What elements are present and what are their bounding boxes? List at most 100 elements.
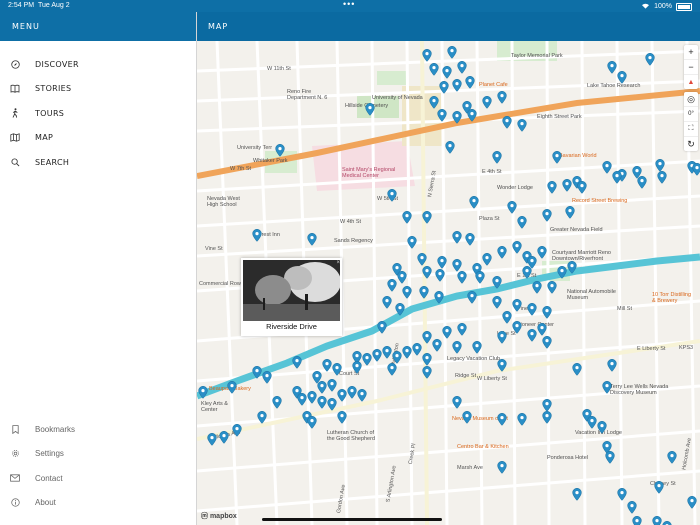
map-pin[interactable] [422, 331, 432, 344]
map-pin[interactable] [657, 171, 667, 184]
compass-button[interactable]: ▲ [684, 75, 698, 89]
map-pin[interactable] [517, 216, 527, 229]
map-pin[interactable] [337, 389, 347, 402]
map-pin[interactable] [542, 336, 552, 349]
footer-item-bookmarks[interactable]: Bookmarks [0, 418, 196, 440]
map-pin[interactable] [432, 339, 442, 352]
map-pin[interactable] [465, 76, 475, 89]
map-pin[interactable] [542, 306, 552, 319]
map-pin[interactable] [337, 411, 347, 424]
footer-item-contact[interactable]: Contact [0, 467, 196, 489]
map-pin[interactable] [422, 353, 432, 366]
map-pin[interactable] [365, 103, 375, 116]
map-pin[interactable] [442, 326, 452, 339]
map-pin[interactable] [252, 366, 262, 379]
map-pin[interactable] [662, 521, 672, 525]
map-pin[interactable] [232, 424, 242, 437]
map-pin[interactable] [667, 451, 677, 464]
map-pin[interactable] [219, 431, 229, 444]
map-pin[interactable] [357, 389, 367, 402]
map-pin[interactable] [439, 81, 449, 94]
map-pin[interactable] [572, 488, 582, 501]
map-pin[interactable] [507, 201, 517, 214]
map-pin[interactable] [422, 366, 432, 379]
map-pin[interactable] [492, 151, 502, 164]
map-pin[interactable] [407, 236, 417, 249]
map-pin[interactable] [422, 266, 432, 279]
map-pin[interactable] [497, 359, 507, 372]
map-pin[interactable] [317, 381, 327, 394]
map-pin[interactable] [532, 281, 542, 294]
map-pin[interactable] [452, 79, 462, 92]
map-pin[interactable] [502, 311, 512, 324]
map-pin[interactable] [645, 53, 655, 66]
map-pin[interactable] [272, 396, 282, 409]
map-pin[interactable] [572, 363, 582, 376]
nav-item-search[interactable]: SEARCH [0, 151, 196, 173]
refresh-button[interactable]: ↻ [684, 137, 698, 151]
map-pin[interactable] [462, 411, 472, 424]
map-pin[interactable] [429, 63, 439, 76]
map-pin[interactable] [457, 61, 467, 74]
map-pin[interactable] [557, 266, 567, 279]
map-pin[interactable] [467, 291, 477, 304]
map-pin[interactable] [542, 209, 552, 222]
map-pin[interactable] [467, 109, 477, 122]
map-pin[interactable] [537, 246, 547, 259]
map-view[interactable]: Reno Fire Department N. 6 Hillside Cemet… [197, 41, 700, 525]
map-pin[interactable] [652, 516, 662, 525]
map-pin[interactable] [597, 421, 607, 434]
zoom-in-button[interactable]: + [684, 45, 698, 60]
map-pin[interactable] [402, 346, 412, 359]
map-pin[interactable] [347, 386, 357, 399]
map-pin[interactable] [654, 481, 664, 494]
map-pin[interactable] [447, 46, 457, 59]
map-pin[interactable] [527, 329, 537, 342]
footer-item-about[interactable]: About [0, 491, 196, 513]
map-pin[interactable] [262, 371, 272, 384]
map-pin[interactable] [512, 241, 522, 254]
map-pin[interactable] [452, 396, 462, 409]
map-pin[interactable] [497, 413, 507, 426]
map-pin[interactable] [567, 261, 577, 274]
map-pin[interactable] [562, 179, 572, 192]
map-pin[interactable] [542, 399, 552, 412]
map-pin[interactable] [492, 296, 502, 309]
map-pin[interactable] [452, 231, 462, 244]
fullscreen-button[interactable]: ⛶ [684, 122, 698, 137]
map-pin[interactable] [397, 271, 407, 284]
map-pin[interactable] [469, 196, 479, 209]
multitask-dots[interactable]: ••• [343, 0, 355, 9]
map-pin[interactable] [497, 246, 507, 259]
map-pin[interactable] [442, 66, 452, 79]
mapbox-logo[interactable]: ⓜ mapbox [201, 511, 237, 521]
map-pin[interactable] [632, 516, 642, 525]
map-pin[interactable] [512, 321, 522, 334]
map-pin[interactable] [437, 109, 447, 122]
map-pin[interactable] [227, 381, 237, 394]
map-pin[interactable] [275, 144, 285, 157]
map-pin[interactable] [445, 141, 455, 154]
close-icon[interactable]: × [336, 260, 340, 266]
map-pin[interactable] [327, 379, 337, 392]
map-pin[interactable] [627, 501, 637, 514]
map-pin[interactable] [687, 496, 697, 509]
map-pin[interactable] [452, 111, 462, 124]
map-pin[interactable] [587, 416, 597, 429]
map-pin[interactable] [292, 356, 302, 369]
locate-button[interactable]: ◎ [684, 92, 698, 107]
map-pin[interactable] [332, 363, 342, 376]
map-pin[interactable] [352, 361, 362, 374]
map-pin[interactable] [317, 396, 327, 409]
map-pin[interactable] [497, 91, 507, 104]
map-pin[interactable] [602, 381, 612, 394]
rotation-button[interactable]: 0° [684, 107, 698, 122]
map-pin[interactable] [482, 96, 492, 109]
map-pin[interactable] [387, 189, 397, 202]
map-pin[interactable] [482, 253, 492, 266]
nav-item-stories[interactable]: STORIES [0, 77, 196, 99]
map-pin[interactable] [252, 229, 262, 242]
map-pin[interactable] [457, 323, 467, 336]
map-pin[interactable] [517, 119, 527, 132]
map-pin[interactable] [297, 393, 307, 406]
